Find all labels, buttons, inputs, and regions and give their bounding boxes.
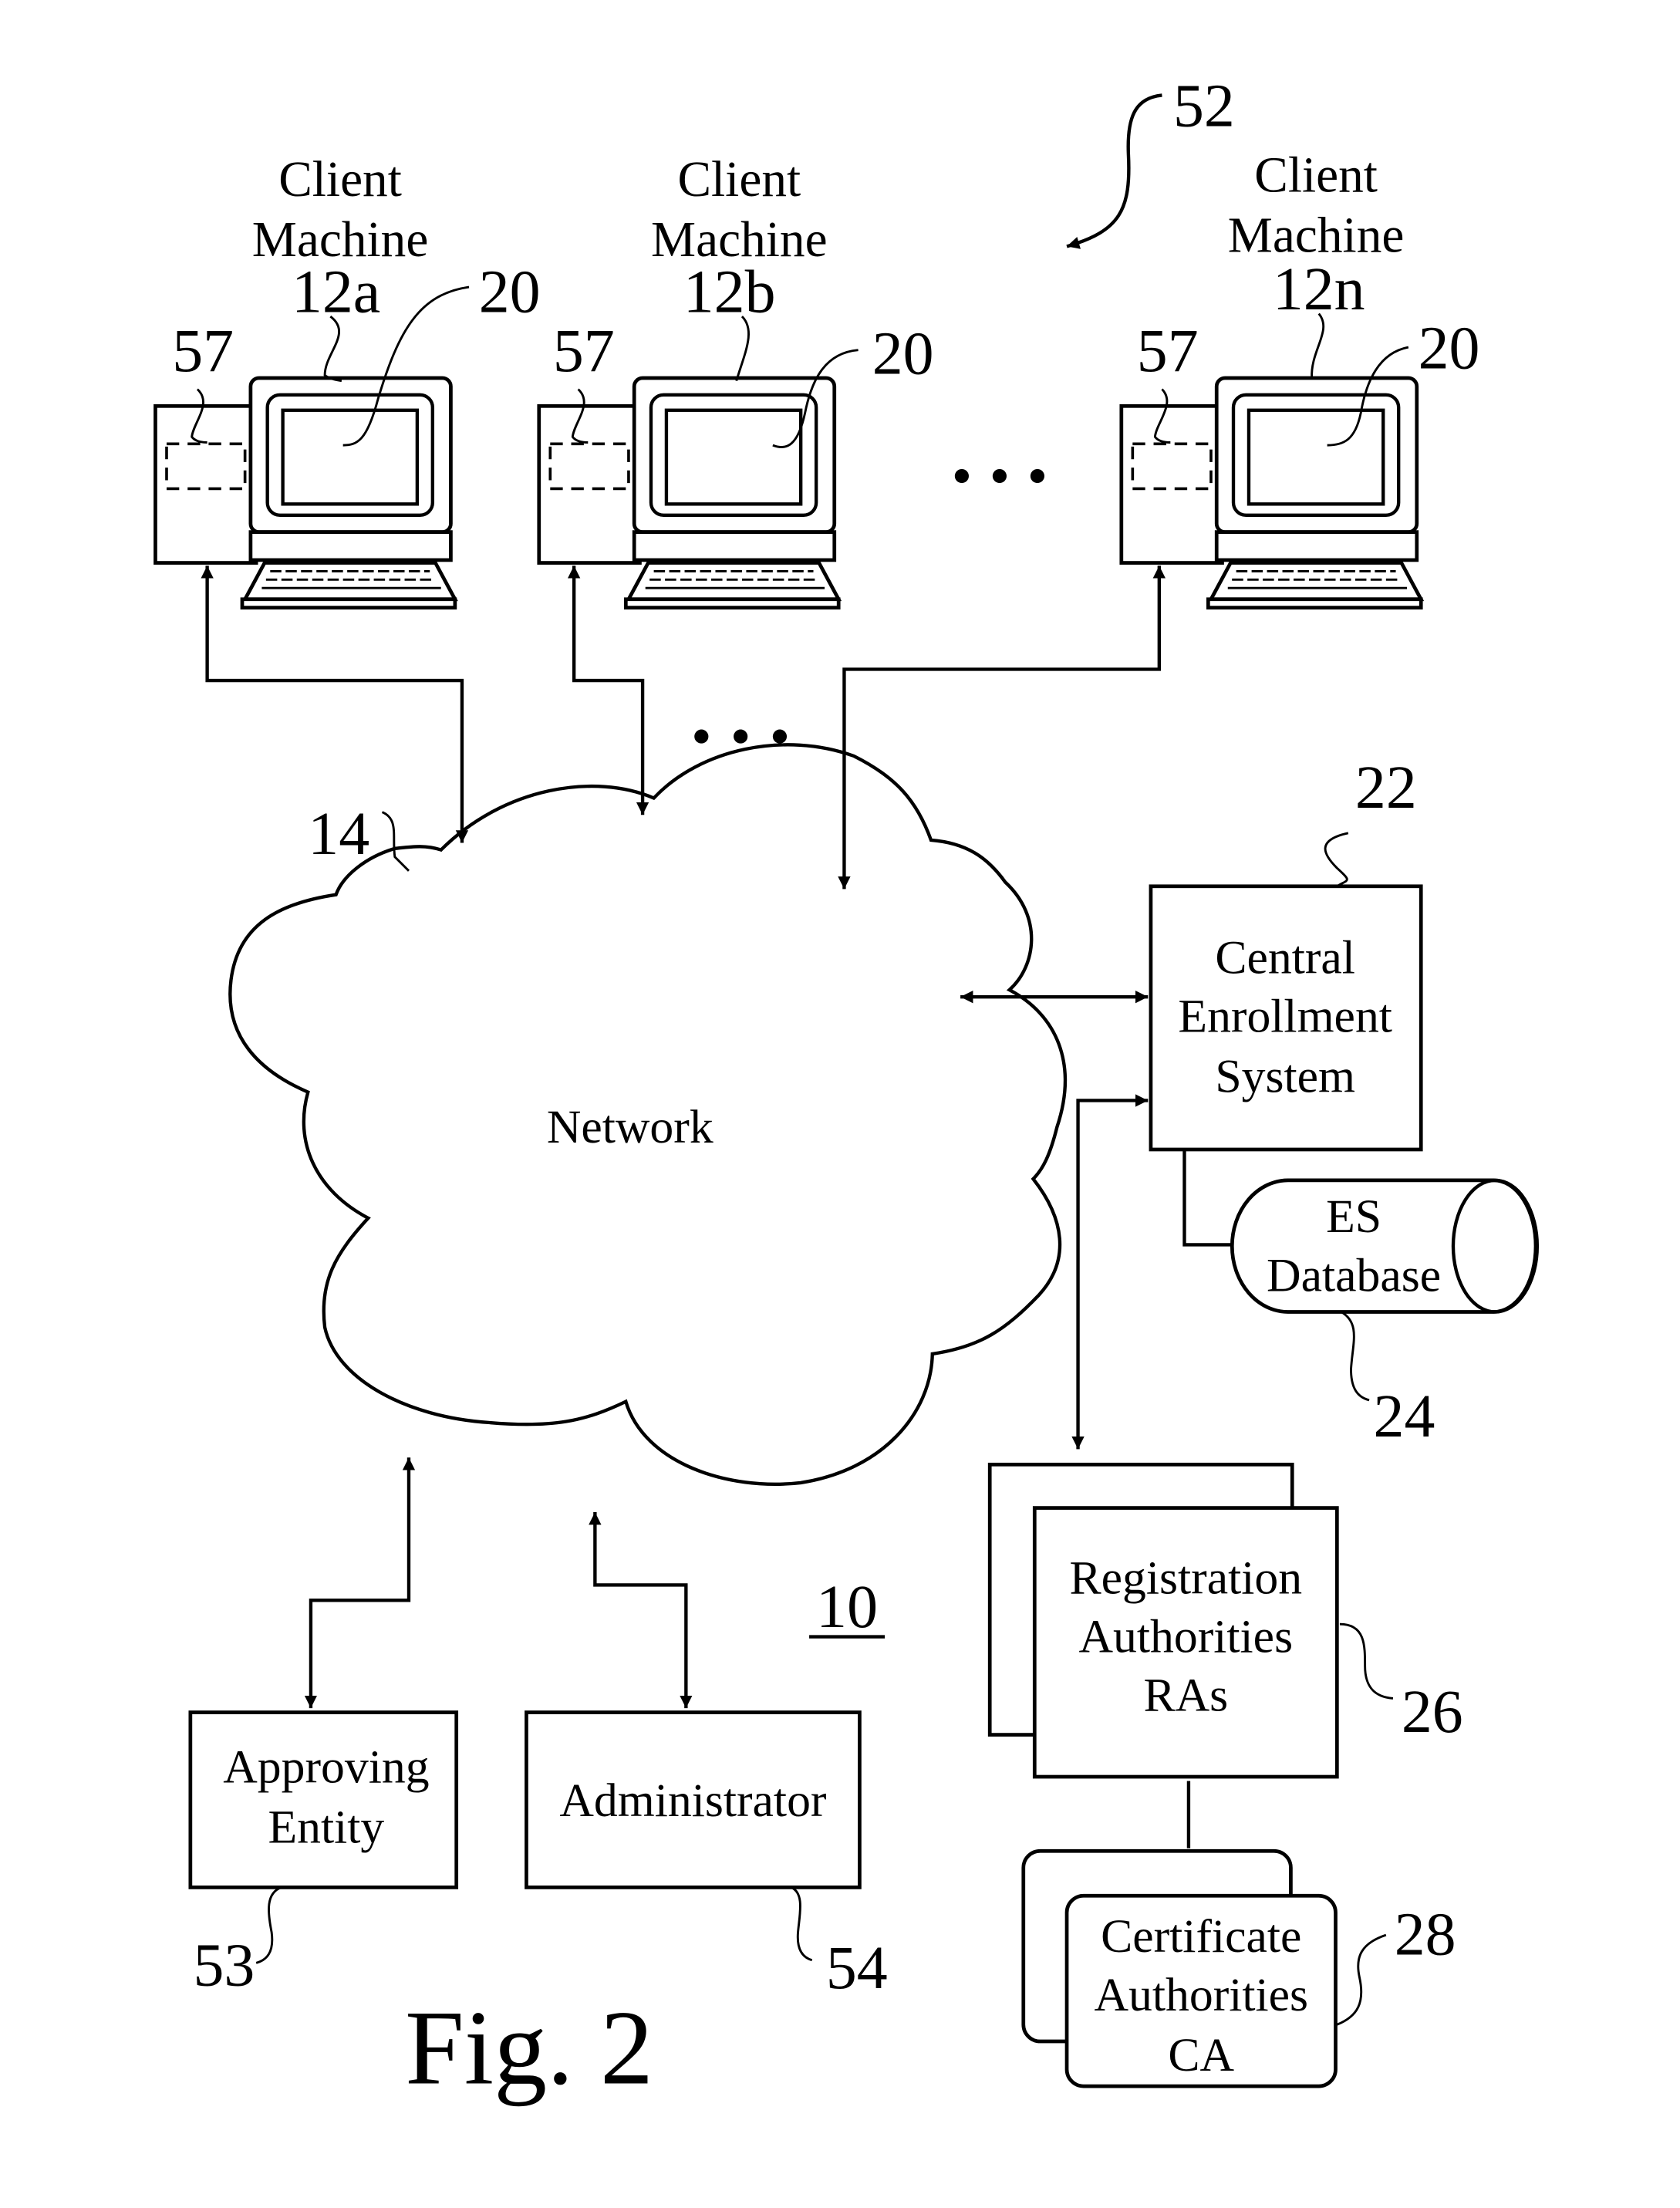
leader-54 xyxy=(790,1886,813,1962)
leader-22 xyxy=(1324,832,1349,888)
ca-line1: Certificate xyxy=(1101,1910,1301,1963)
system-ref-label: 10 xyxy=(816,1573,878,1641)
ra-line2: Authorities xyxy=(1079,1611,1294,1663)
network-ref: 14 xyxy=(308,800,369,868)
leader-28 xyxy=(1336,1933,1387,2026)
client-ellipsis xyxy=(954,468,1044,484)
client-ref: 12a xyxy=(292,258,380,326)
link-ces-ras xyxy=(1071,1094,1149,1450)
ca-line2: Authorities xyxy=(1094,1969,1308,2021)
link-admin-network xyxy=(589,1512,693,1709)
ca-ref: 28 xyxy=(1395,1901,1456,1969)
display-ref: 20 xyxy=(479,258,541,326)
client-machine-12n: Client Machine 12n 20 57 xyxy=(1122,148,1480,608)
ces-line3: System xyxy=(1215,1051,1355,1103)
ces-line1: Central xyxy=(1215,931,1355,984)
system-ref-10: 10 xyxy=(809,1573,886,1641)
ces-ref: 22 xyxy=(1355,754,1417,822)
leader-53 xyxy=(255,1886,282,1964)
client-ref: 12b xyxy=(683,258,776,326)
ra-line1: Registration xyxy=(1070,1551,1303,1604)
client-label-line1: Client xyxy=(1254,148,1378,204)
group-ref-arrow xyxy=(1066,93,1162,249)
ra-ref: 26 xyxy=(1402,1678,1463,1746)
link-ae-network xyxy=(304,1457,416,1709)
storage-ref: 57 xyxy=(1137,317,1199,385)
approving-entity: Approving Entity 53 xyxy=(188,1710,459,1999)
client-label-line1: Client xyxy=(278,152,402,208)
display-ref: 20 xyxy=(872,320,934,388)
client-label-line1: Client xyxy=(677,152,801,208)
group-ref-52: 52 xyxy=(1066,72,1235,249)
ca-line3: CA xyxy=(1168,2029,1234,2081)
group-ref-label: 52 xyxy=(1173,72,1235,140)
ae-line2: Entity xyxy=(268,1801,384,1853)
display-ref: 20 xyxy=(1419,314,1480,382)
admin-ref: 54 xyxy=(826,1934,888,2002)
leader-14 xyxy=(381,811,410,872)
client-machine-12b: Client Machine 12b 20 57 xyxy=(539,152,934,608)
db-ref: 24 xyxy=(1374,1383,1435,1450)
ae-ref: 53 xyxy=(193,1931,255,1999)
db-line1: ES xyxy=(1326,1190,1381,1243)
network-cloud: Network 14 xyxy=(228,743,1068,1486)
storage-ref: 57 xyxy=(172,317,234,385)
administrator: Administrator 54 xyxy=(525,1710,888,2002)
leader-24 xyxy=(1340,1311,1370,1402)
client-ref: 12n xyxy=(1273,255,1365,323)
ces-line2: Enrollment xyxy=(1178,991,1392,1043)
network-label: Network xyxy=(547,1101,713,1153)
es-database: ES Database 24 xyxy=(1182,1149,1540,1450)
leader-26 xyxy=(1339,1622,1394,1700)
network-ellipsis xyxy=(694,729,788,744)
certificate-authorities: Certificate Authorities CA 28 xyxy=(1021,1848,1456,2088)
db-line2: Database xyxy=(1267,1249,1441,1302)
registration-authorities: Registration Authorities RAs 26 xyxy=(987,1462,1463,1779)
client-machine-12a: Client Machine 12a 20 57 xyxy=(155,152,541,608)
ae-line1: Approving xyxy=(223,1740,429,1793)
link-12n-network xyxy=(838,566,1166,890)
storage-ref: 57 xyxy=(553,317,615,385)
system-diagram: Client Machine 12a 20 57 Client Machine … xyxy=(0,72,1540,2106)
central-enrollment-system: Central Enrollment System 22 xyxy=(1149,754,1423,1152)
admin-label: Administrator xyxy=(559,1774,826,1827)
ra-line3: RAs xyxy=(1143,1670,1228,1722)
figure-title: Fig. 2 xyxy=(405,1988,653,2106)
